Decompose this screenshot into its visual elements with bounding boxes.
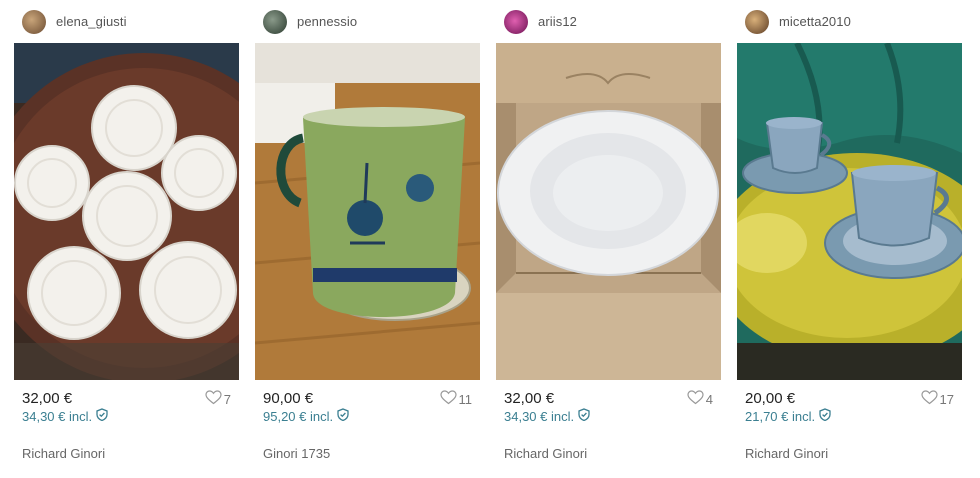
username[interactable]: ariis12: [538, 14, 577, 29]
shield-check-icon: [337, 408, 349, 424]
item-grid: elena_giusti 32,00 € 34,30 € incl. 7 Ric…: [0, 0, 980, 478]
price-incl[interactable]: 95,20 € incl.: [263, 408, 472, 424]
username[interactable]: micetta2010: [779, 14, 851, 29]
user-row[interactable]: elena_giusti: [14, 0, 239, 43]
price-incl-label: 34,30 € incl.: [22, 408, 93, 424]
item-meta: 32,00 € 34,30 € incl. 4: [496, 380, 721, 424]
item-card[interactable]: ariis12 32,00 € 34,30 € incl. 4 Richard …: [496, 0, 721, 478]
shield-check-icon: [96, 408, 108, 424]
favorite-count: 11: [458, 391, 473, 407]
user-row[interactable]: micetta2010: [737, 0, 962, 43]
favorite-count: 4: [705, 391, 713, 407]
heart-icon[interactable]: [920, 390, 940, 408]
item-card[interactable]: pennessio 90,00 € 95,20 € incl. 11 Ginor…: [255, 0, 480, 478]
price-incl-label: 21,70 € incl.: [745, 408, 816, 424]
user-row[interactable]: ariis12: [496, 0, 721, 43]
favorite-button[interactable]: 11: [439, 390, 473, 408]
heart-icon[interactable]: [205, 390, 224, 408]
favorite-button[interactable]: 17: [920, 390, 954, 408]
item-photo[interactable]: [255, 43, 480, 380]
price-incl-label: 95,20 € incl.: [263, 408, 334, 424]
username[interactable]: elena_giusti: [56, 14, 127, 29]
brand-name[interactable]: Richard Ginori: [14, 446, 239, 461]
brand-name[interactable]: Richard Ginori: [737, 446, 962, 461]
heart-icon[interactable]: [439, 390, 459, 408]
brand-name[interactable]: Ginori 1735: [255, 446, 480, 461]
shield-check-icon: [819, 408, 831, 424]
item-card[interactable]: micetta2010 20,00 € 21,70 € incl. 17 Ric…: [737, 0, 962, 478]
brand-name[interactable]: Richard Ginori: [496, 446, 721, 461]
item-meta: 32,00 € 34,30 € incl. 7: [14, 380, 239, 424]
item-card[interactable]: elena_giusti 32,00 € 34,30 € incl. 7 Ric…: [14, 0, 239, 478]
favorite-count: 17: [939, 391, 954, 407]
price: 32,00 €: [504, 390, 555, 407]
user-row[interactable]: pennessio: [255, 0, 480, 43]
item-meta: 20,00 € 21,70 € incl. 17: [737, 380, 962, 424]
avatar[interactable]: [504, 9, 528, 34]
price-incl[interactable]: 34,30 € incl.: [504, 408, 713, 424]
avatar[interactable]: [263, 9, 287, 34]
price-incl[interactable]: 34,30 € incl.: [22, 408, 231, 424]
avatar[interactable]: [745, 9, 769, 34]
item-photo[interactable]: [496, 43, 721, 380]
favorite-count: 7: [223, 391, 231, 407]
avatar[interactable]: [22, 9, 46, 34]
favorite-button[interactable]: 7: [205, 390, 231, 408]
item-meta: 90,00 € 95,20 € incl. 11: [255, 380, 480, 424]
price: 32,00 €: [22, 390, 73, 407]
shield-check-icon: [578, 408, 590, 424]
heart-icon[interactable]: [687, 390, 706, 408]
price-incl-label: 34,30 € incl.: [504, 408, 575, 424]
username[interactable]: pennessio: [297, 14, 357, 29]
price-incl[interactable]: 21,70 € incl.: [745, 408, 954, 424]
item-photo[interactable]: [737, 43, 962, 380]
item-photo[interactable]: [14, 43, 239, 380]
favorite-button[interactable]: 4: [687, 390, 713, 408]
